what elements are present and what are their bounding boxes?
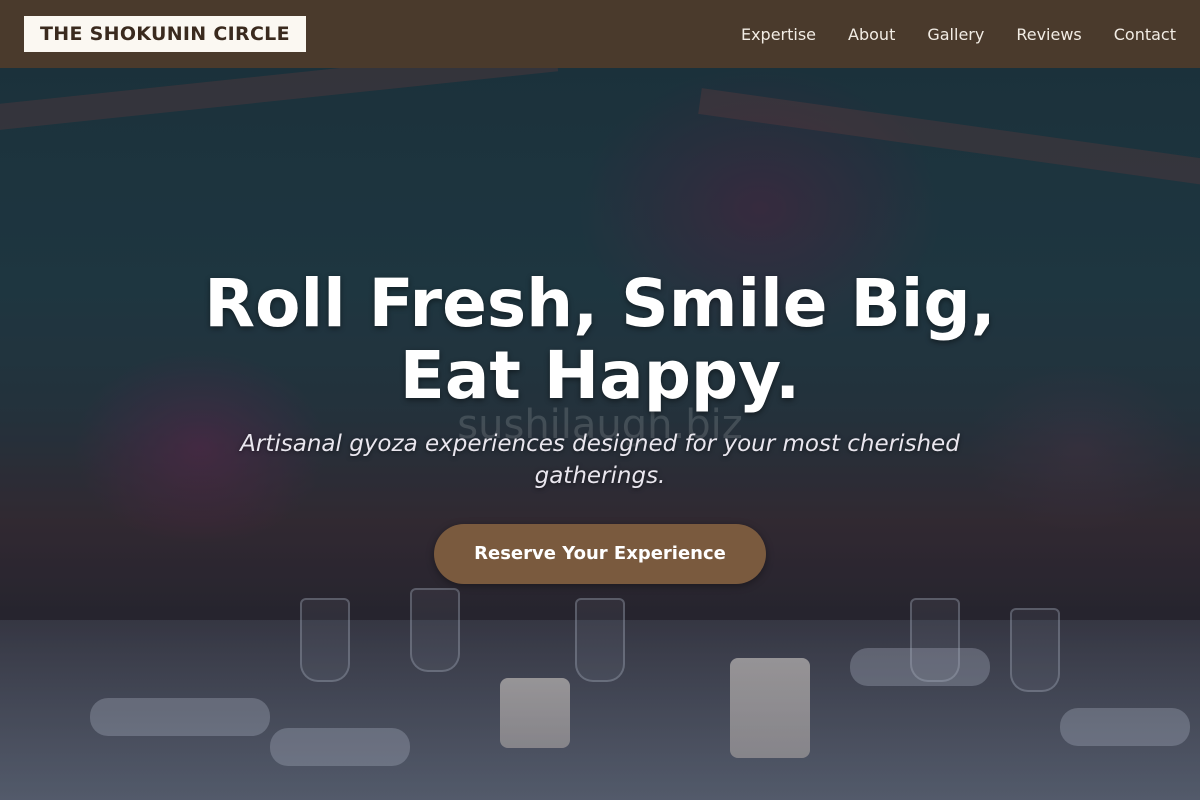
top-navbar: THE SHOKUNIN CIRCLE Expertise About Gall… bbox=[0, 0, 1200, 68]
nav-link-reviews[interactable]: Reviews bbox=[1016, 25, 1081, 44]
hero-content: Roll Fresh, Smile Big, Eat Happy. Artisa… bbox=[0, 268, 1200, 584]
landing-page: THE SHOKUNIN CIRCLE Expertise About Gall… bbox=[0, 0, 1200, 800]
nav-link-gallery[interactable]: Gallery bbox=[927, 25, 984, 44]
main-nav: Expertise About Gallery Reviews Contact bbox=[709, 25, 1176, 44]
nav-link-about[interactable]: About bbox=[848, 25, 895, 44]
hero-subtitle: Artisanal gyoza experiences designed for… bbox=[240, 431, 960, 489]
site-logo[interactable]: THE SHOKUNIN CIRCLE bbox=[24, 16, 306, 52]
hero-headline: Roll Fresh, Smile Big, Eat Happy. bbox=[204, 265, 996, 414]
reserve-experience-button[interactable]: Reserve Your Experience bbox=[434, 524, 766, 584]
nav-link-contact[interactable]: Contact bbox=[1114, 25, 1176, 44]
nav-link-expertise[interactable]: Expertise bbox=[741, 25, 816, 44]
